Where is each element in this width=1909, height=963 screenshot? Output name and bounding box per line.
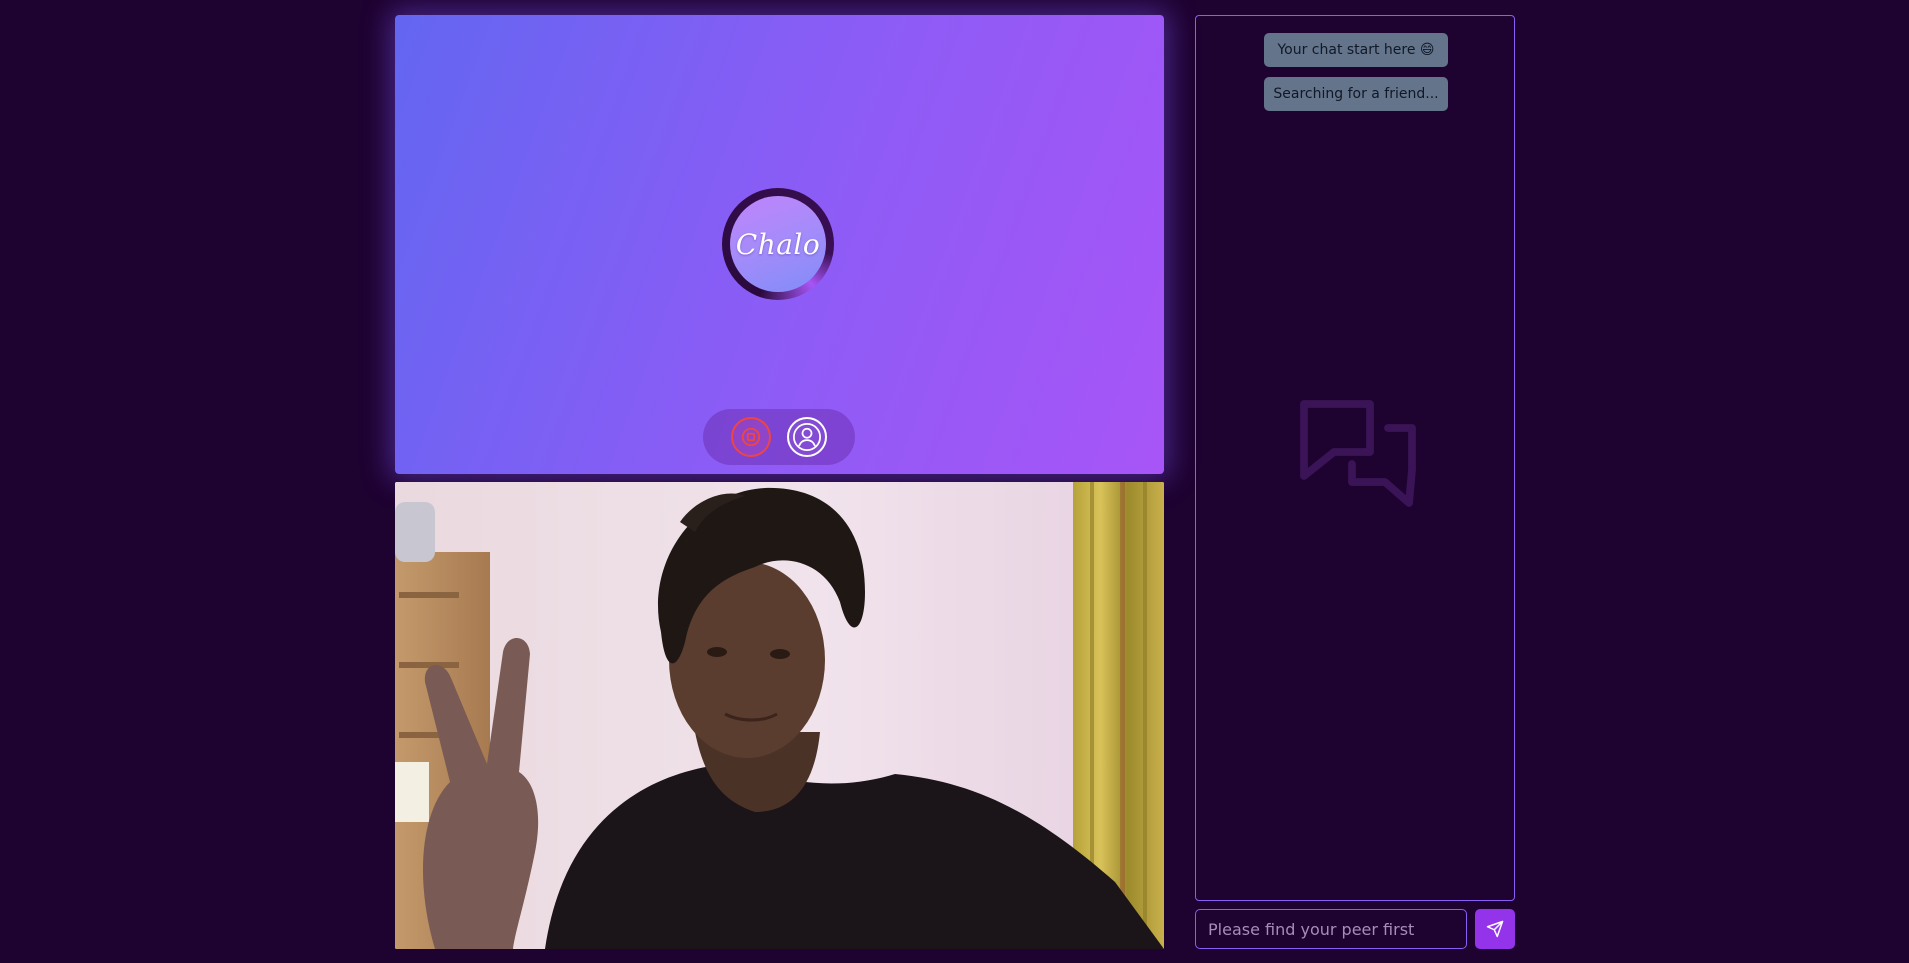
remote-video-panel: Chalo <box>395 15 1164 474</box>
app-logo: Chalo <box>730 196 826 292</box>
local-video-panel <box>395 482 1164 949</box>
call-control-bar <box>703 409 855 465</box>
camera-feed <box>395 482 1164 949</box>
stop-button[interactable] <box>731 417 771 457</box>
user-circle-icon <box>793 423 821 451</box>
system-message: Your chat start here 😄 <box>1264 33 1448 67</box>
send-button[interactable] <box>1475 909 1515 949</box>
chat-bubbles-icon <box>1300 400 1416 507</box>
system-message: Searching for a friend... <box>1264 77 1448 111</box>
send-icon <box>1486 920 1504 938</box>
profile-button[interactable] <box>787 417 827 457</box>
loading-spinner: Chalo <box>722 188 834 300</box>
chat-panel: Your chat start here 😄 Searching for a f… <box>1195 15 1515 901</box>
stop-circle-icon <box>741 427 761 447</box>
chat-message-input[interactable] <box>1195 909 1467 949</box>
